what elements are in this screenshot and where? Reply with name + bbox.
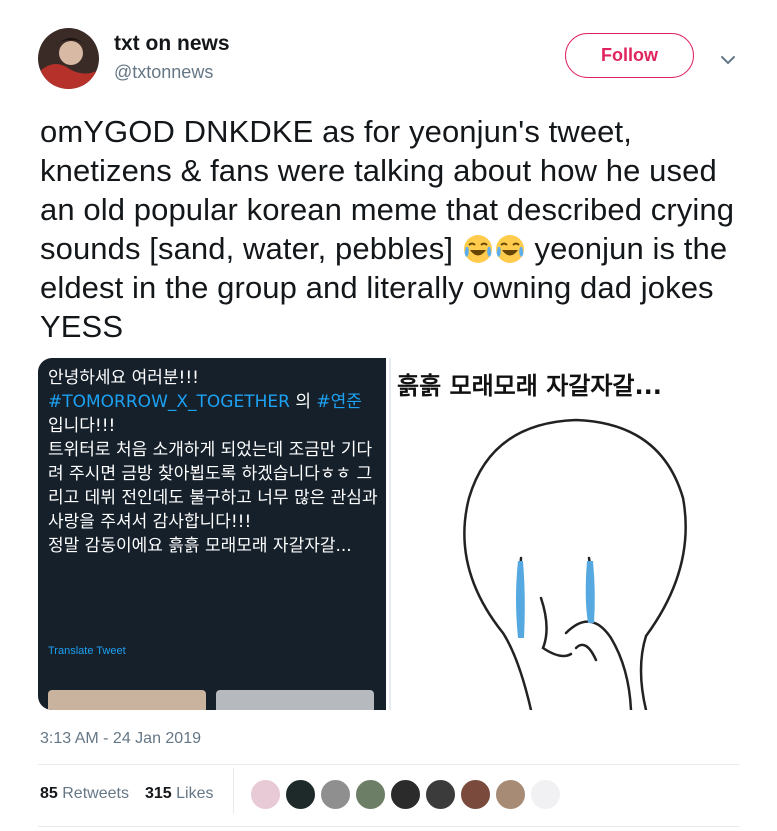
translate-tweet-link[interactable]: Translate Tweet [48,645,126,657]
liker-avatar-8[interactable] [495,779,526,810]
crying-face-drawing [463,418,687,710]
liker-avatars [250,779,561,810]
tweet-text: omYGOD DNKDKE as for yeonjun's tweet, kn… [40,112,750,346]
display-name[interactable]: txt on news [114,32,230,56]
tweet-stats: 85 Retweets 315 Likes [40,785,213,803]
liker-avatar-1[interactable] [250,779,281,810]
divider [38,764,740,765]
retweets-count: 85 [40,785,58,802]
crying-meme-image[interactable]: 흙흙 모래모래 자갈자갈... [389,358,740,710]
embedded-photo-thumbnail [48,690,206,710]
liker-avatar-3[interactable] [320,779,351,810]
likes-count: 315 [144,785,172,802]
stats-divider [233,768,234,814]
liker-avatar-4[interactable] [355,779,386,810]
tweet-media[interactable]: 안녕하세요 여러분!!! #TOMORROW_X_TOGETHER 의 #연준 … [38,358,740,710]
meme-caption: 흙흙 모래모래 자갈자갈... [397,372,662,400]
likes-stat[interactable]: 315 Likes [145,785,214,803]
embedded-body: 입니다!!! 트위터로 처음 소개하게 되었는데 조금만 기다려 주시면 금방 … [48,416,378,556]
user-avatar[interactable] [38,28,99,89]
liker-avatar-9[interactable] [530,779,561,810]
liker-avatar-7[interactable] [460,779,491,810]
tweet-timestamp[interactable]: 3:13 AM - 24 Jan 2019 [40,730,201,748]
liker-avatar-6[interactable] [425,779,456,810]
liker-avatar-2[interactable] [285,779,316,810]
follow-button[interactable]: Follow [565,33,694,78]
embedded-tweet-text: 안녕하세요 여러분!!! #TOMORROW_X_TOGETHER 의 #연준 … [48,366,380,558]
liker-avatar-5[interactable] [390,779,421,810]
retweets-label: Retweets [62,785,129,802]
avatar-image [38,28,99,89]
embedded-tweet-screenshot[interactable]: 안녕하세요 여러분!!! #TOMORROW_X_TOGETHER 의 #연준 … [38,358,386,710]
hashtag-link[interactable]: #연준 [316,392,362,412]
likes-label: Likes [176,785,214,802]
user-handle[interactable]: @txtonnews [114,62,213,83]
retweets-stat[interactable]: 85 Retweets [40,785,129,803]
embedded-photo-thumbnail [216,690,374,710]
face-with-tears-of-joy-icon [462,233,494,265]
hashtag-link[interactable]: #TOMORROW_X_TOGETHER [48,392,290,412]
embedded-joiner: 의 [289,392,317,412]
chevron-down-icon[interactable] [718,50,738,70]
divider [38,826,740,827]
embedded-line-1: 안녕하세요 여러분!!! [48,368,199,388]
face-with-tears-of-joy-icon [494,233,526,265]
